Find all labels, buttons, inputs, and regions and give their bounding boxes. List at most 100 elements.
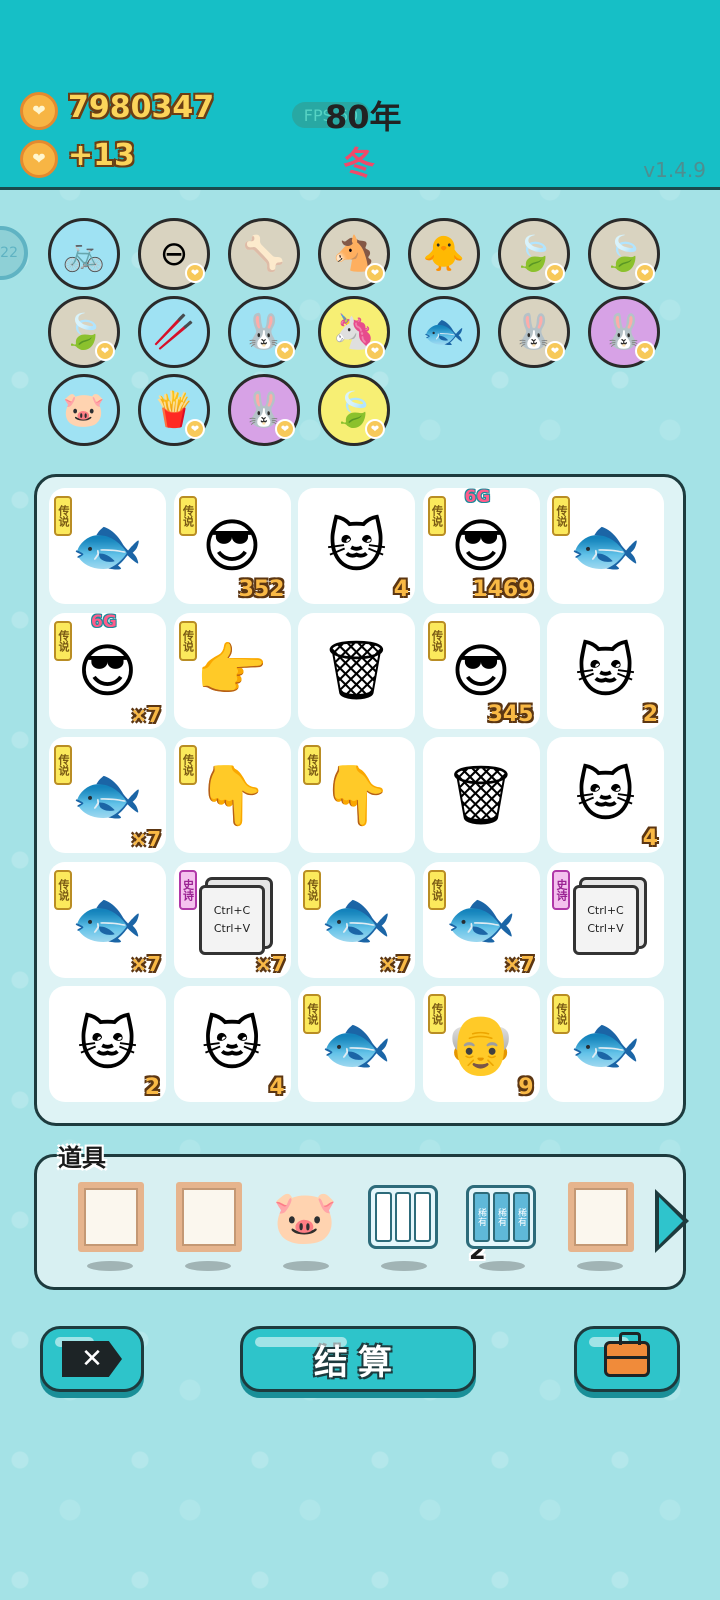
board-cell-garbage-bag[interactable]: 🗑	[422, 737, 540, 853]
symbol-leaf[interactable]: 🍃 ❤	[498, 218, 570, 290]
top-bar: ❤ 7980347 ❤ +13 FPS 60 80年 冬 v1.4.9	[0, 0, 720, 190]
6g-badge: 6G	[91, 611, 117, 632]
pointing-hand-icon: 👉	[195, 636, 269, 704]
multiplier-label: ×7	[130, 702, 161, 727]
symbol-fish-bowl[interactable]: 🐟	[408, 296, 480, 368]
board-cell-old-man[interactable]: 👴 传说 9	[422, 986, 540, 1102]
garbage-bag-icon: 🗑	[444, 760, 518, 829]
prop-shadow	[577, 1261, 623, 1271]
legend-tag: 传说	[303, 745, 321, 785]
ctrl-line: Ctrl+C	[587, 903, 624, 917]
board-cell-pointing-hand[interactable]: 👉 传说	[173, 612, 291, 729]
board-cell-cat[interactable]: 🐱 2	[49, 986, 166, 1102]
frame-prop[interactable]	[565, 1181, 637, 1253]
cabinet-prop[interactable]	[367, 1181, 439, 1253]
multiplier-label: ×7	[130, 827, 161, 851]
settle-button[interactable]: 结算	[240, 1326, 476, 1392]
board-cell-koi[interactable]: 🐟 传说 ×7	[298, 861, 415, 978]
props-label: 道具	[58, 1144, 106, 1172]
symbol-leaf[interactable]: 🍃 ❤	[48, 296, 120, 368]
year-label: 80年	[325, 98, 402, 136]
close-button[interactable]: ✕	[40, 1326, 144, 1392]
symbol-chick[interactable]: 🐥	[408, 218, 480, 290]
board-cell-koi[interactable]: 🐟 传说	[298, 986, 415, 1102]
counter-label: 352	[238, 577, 285, 602]
symbol-piggy-bank[interactable]: 🐷	[48, 374, 120, 446]
board-cell-cat[interactable]: 🐱 4	[298, 488, 415, 604]
income-coin-icon: ❤	[20, 140, 58, 178]
symbol-pump[interactable]: 🚲	[48, 218, 120, 290]
prop-shadow	[479, 1261, 525, 1271]
board-cell-cat[interactable]: 🐱 2	[547, 612, 664, 729]
next-arrow-icon[interactable]	[655, 1189, 689, 1253]
legend-tag: 传说	[427, 994, 446, 1034]
board-cell-cat[interactable]: 🐱 4	[547, 737, 664, 853]
ctrl-line: Ctrl+C	[213, 903, 251, 917]
coin-badge-icon: ❤	[635, 263, 655, 283]
pointing-hand-icon: 👇	[320, 760, 393, 829]
legend-tag: 传说	[303, 869, 321, 910]
symbol-horses[interactable]: 🐴 ❤	[318, 218, 390, 290]
board-cell-psy[interactable]: 😎 传说 345	[422, 612, 540, 729]
koi-icon: 🐟	[320, 885, 393, 953]
symbol-fries[interactable]: 🍟 ❤	[138, 374, 210, 446]
symbol-unicorn[interactable]: 🦄 ❤	[318, 296, 390, 368]
legend-tag: 传说	[54, 745, 72, 785]
ctrl-cv-card-icon: Ctrl+C Ctrl+V	[572, 884, 639, 955]
cat-icon: 🐱	[575, 636, 636, 705]
board-cell-psy[interactable]: 😎 传说 6G ×7	[49, 611, 166, 729]
multiplier-label: ×7	[130, 951, 161, 976]
rare-cabinet-prop[interactable]: 稀有 稀有 稀有	[465, 1181, 537, 1253]
coin-badge-icon: ❤	[365, 263, 385, 283]
coin-badge-icon: ❤	[185, 419, 205, 439]
minus-icon: ⊖	[159, 234, 189, 274]
cat-icon: 🐱	[201, 1010, 263, 1078]
symbol-minus[interactable]: ⊖ ❤	[138, 218, 210, 290]
cat-icon: 🐱	[77, 1010, 138, 1078]
symbol-rabbit[interactable]: 🐰 ❤	[228, 374, 300, 446]
frame-prop[interactable]	[173, 1181, 245, 1253]
koi-icon: 🐟	[444, 885, 518, 953]
counter-label: 4	[393, 577, 409, 602]
symbol-rabbit[interactable]: 🐰 ❤	[228, 296, 300, 368]
coin-badge-icon: ❤	[545, 263, 565, 283]
board-cell-koi[interactable]: 🐟 传说	[547, 488, 664, 604]
chick-icon: 🐥	[422, 234, 466, 274]
board-cell-koi[interactable]: 🐟 传说	[49, 488, 166, 604]
board-cell-koi[interactable]: 🐟 传说	[547, 986, 664, 1102]
board-cell-pointing-hand[interactable]: 👇 传说	[298, 737, 415, 853]
symbol-dog-food[interactable]: 🦴	[228, 218, 300, 290]
board-cell-psy[interactable]: 😎 传说 6G 1469	[422, 487, 540, 604]
inventory-button[interactable]	[574, 1326, 680, 1392]
frame-prop[interactable]	[75, 1181, 147, 1253]
board-cell-psy[interactable]: 😎 传说 352	[173, 488, 291, 604]
frame-icon	[78, 1182, 144, 1252]
multiplier-label: ×7	[503, 951, 535, 976]
board-cell-ctrl-cv[interactable]: Ctrl+C Ctrl+V 史诗	[547, 861, 664, 978]
board-cell-koi[interactable]: 🐟 传说 ×7	[49, 737, 166, 853]
legend-tag: 传说	[552, 496, 570, 536]
garbage-bag-icon: 🗑	[319, 636, 394, 704]
board-cell-garbage-bag[interactable]: 🗑	[298, 612, 415, 729]
coin-icon: ❤	[20, 92, 58, 130]
symbol-chopsticks[interactable]: 🥢	[138, 296, 210, 368]
symbol-leaf[interactable]: 🍃 ❤	[318, 374, 390, 446]
board-cell-pointing-hand[interactable]: 👇 传说	[173, 737, 291, 853]
symbol-rabbit[interactable]: 🐰 ❤	[588, 296, 660, 368]
symbol-leaf[interactable]: 🍃 ❤	[588, 218, 660, 290]
ctrl-line: Ctrl+V	[213, 921, 251, 935]
coin-badge-icon: ❤	[635, 341, 655, 361]
side-timer-button[interactable]: 22	[0, 226, 28, 280]
symbol-rabbit[interactable]: 🐰 ❤	[498, 296, 570, 368]
board-cell-koi[interactable]: 🐟 传说 ×7	[49, 861, 166, 978]
close-icon: ✕	[62, 1341, 122, 1377]
fish-bowl-icon: 🐟	[422, 312, 466, 352]
counter-label: 4	[642, 826, 658, 851]
piggy-bank-prop[interactable]: 🐷	[269, 1181, 341, 1253]
board-cell-koi[interactable]: 🐟 传说 ×7	[422, 861, 540, 978]
psy-icon: 😎	[201, 512, 263, 580]
board-cell-cat[interactable]: 🐱 4	[173, 986, 291, 1102]
legend-tag: 传说	[178, 620, 197, 661]
board-cell-ctrl-cv[interactable]: Ctrl+C Ctrl+V 史诗 ×7	[173, 861, 291, 978]
piggy-bank-icon: 🐷	[62, 390, 106, 430]
